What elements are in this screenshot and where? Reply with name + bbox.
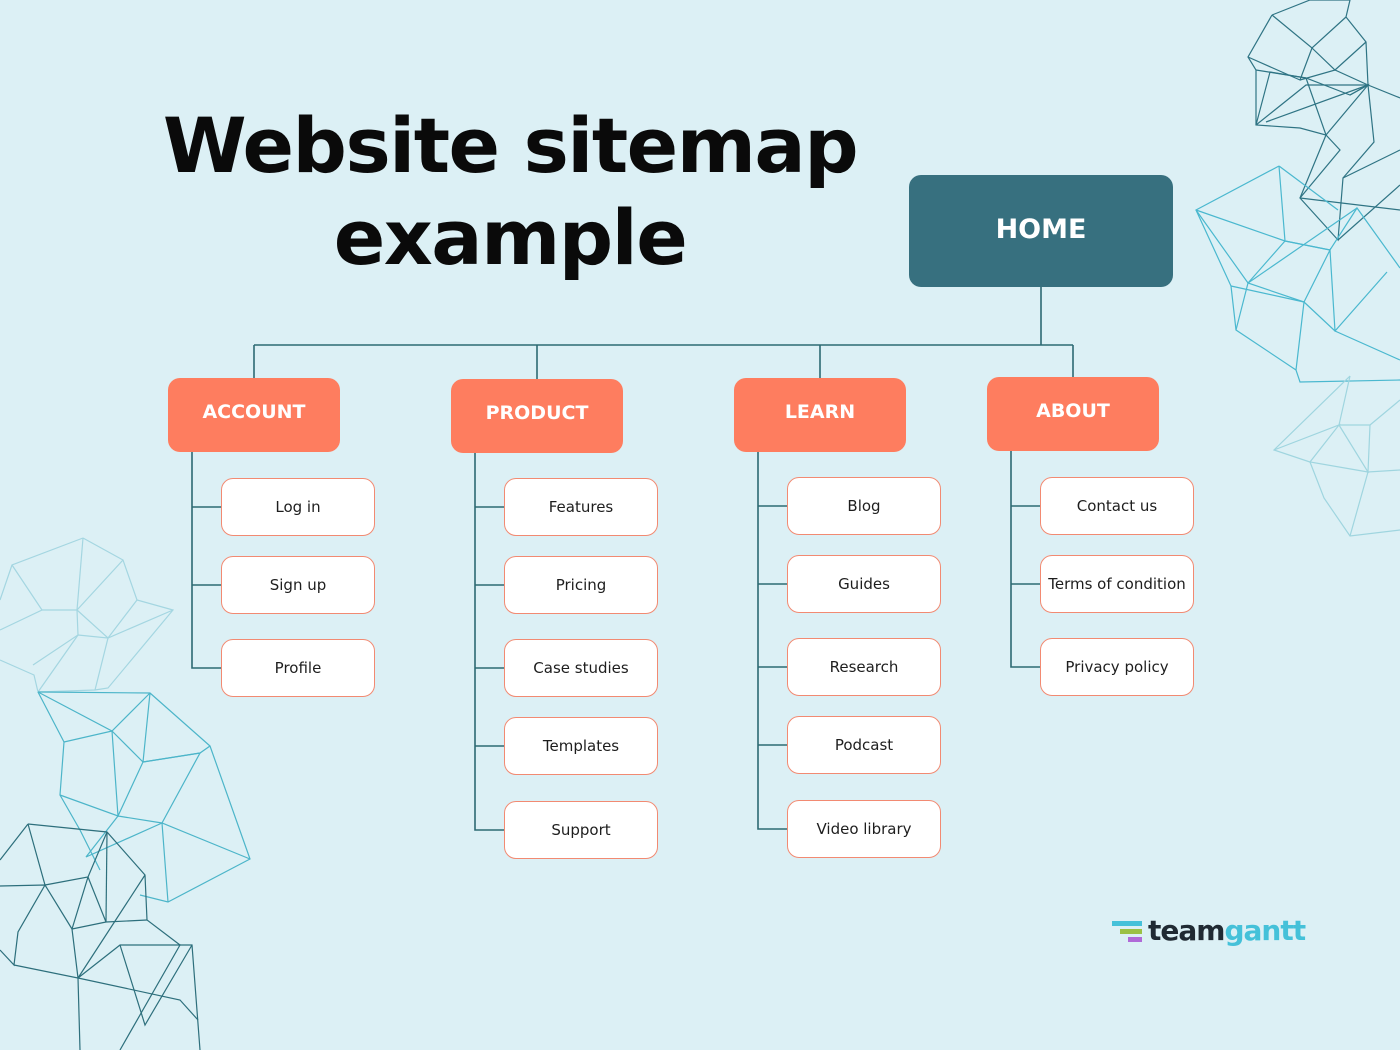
page-profile[interactable]: Profile bbox=[221, 639, 375, 697]
page-case-studies[interactable]: Case studies bbox=[504, 639, 658, 697]
category-account[interactable]: ACCOUNT bbox=[168, 378, 340, 452]
category-learn[interactable]: LEARN bbox=[734, 378, 906, 452]
page-support[interactable]: Support bbox=[504, 801, 658, 859]
page-templates[interactable]: Templates bbox=[504, 717, 658, 775]
logo-text-gantt: gantt bbox=[1224, 913, 1306, 947]
logo-text-team: team bbox=[1148, 913, 1225, 947]
page-contact-us[interactable]: Contact us bbox=[1040, 477, 1194, 535]
connector-account-children bbox=[191, 452, 221, 669]
page-sign-up[interactable]: Sign up bbox=[221, 556, 375, 614]
page-pricing[interactable]: Pricing bbox=[504, 556, 658, 614]
connector-about-children bbox=[1010, 451, 1040, 668]
page-log-in[interactable]: Log in bbox=[221, 478, 375, 536]
teamgantt-logo: team gantt bbox=[1112, 912, 1306, 948]
connector-product-children bbox=[474, 453, 504, 831]
page-blog[interactable]: Blog bbox=[787, 477, 941, 535]
page-podcast[interactable]: Podcast bbox=[787, 716, 941, 774]
teamgantt-bars-icon bbox=[1112, 917, 1144, 943]
page-terms-of-condition[interactable]: Terms of condition bbox=[1040, 555, 1194, 613]
home-node[interactable]: HOME bbox=[909, 175, 1173, 287]
page-video-library[interactable]: Video library bbox=[787, 800, 941, 858]
category-about[interactable]: ABOUT bbox=[987, 377, 1159, 451]
page-privacy-policy[interactable]: Privacy policy bbox=[1040, 638, 1194, 696]
page-guides[interactable]: Guides bbox=[787, 555, 941, 613]
page-research[interactable]: Research bbox=[787, 638, 941, 696]
page-features[interactable]: Features bbox=[504, 478, 658, 536]
connector-learn-children bbox=[757, 452, 787, 830]
category-product[interactable]: PRODUCT bbox=[451, 379, 623, 453]
